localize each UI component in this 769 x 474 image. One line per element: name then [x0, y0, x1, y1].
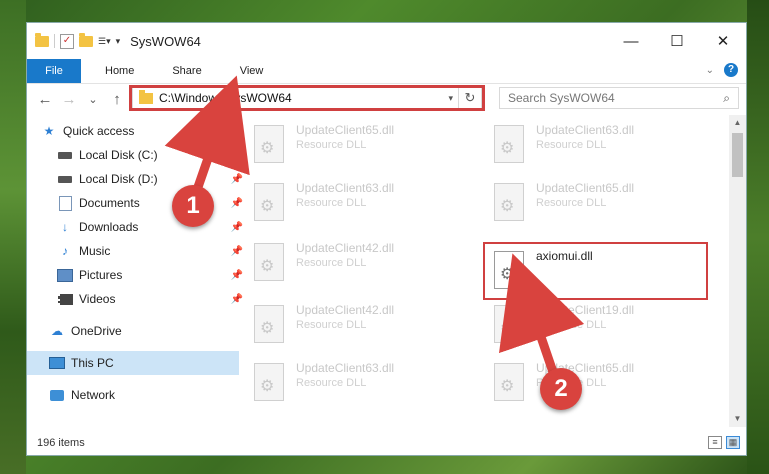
arrow-1 [164, 75, 250, 192]
arrow-2 [498, 253, 585, 374]
annotation-arrows [164, 75, 585, 374]
step-1-badge: 1 [172, 185, 214, 227]
step-2-badge: 2 [540, 368, 582, 410]
